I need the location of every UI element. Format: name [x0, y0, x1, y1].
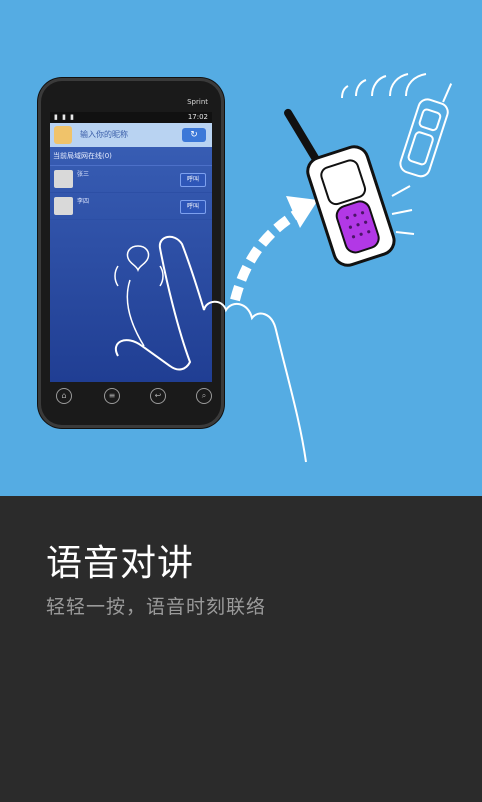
page-title: 语音对讲	[46, 543, 195, 584]
arrow-head-icon	[286, 196, 318, 228]
hand-outline-icon	[115, 235, 307, 463]
page-subtitle: 轻轻一按，语音时刻联络	[46, 596, 267, 618]
walkie-talkie-illustration	[115, 73, 453, 463]
walkie-talkie-icon	[284, 108, 396, 267]
arrow-icon	[230, 207, 303, 302]
feature-description-panel: 语音对讲 轻轻一按，语音时刻联络	[0, 496, 482, 802]
hero-illustration: Sprint ▮ ▮ ▮ 17:02 输入你的昵称 ↻ 当前局域网在线(0) 张…	[0, 0, 482, 496]
